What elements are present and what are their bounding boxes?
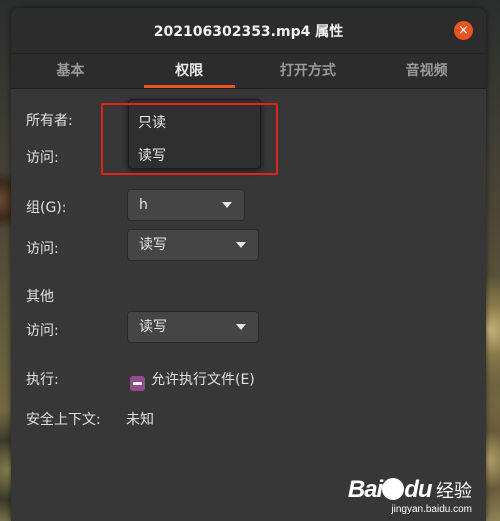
security-context-value: 未知 xyxy=(126,412,154,428)
tab-open-with[interactable]: 打开方式 xyxy=(249,54,368,88)
baidu-logo: Bai du xyxy=(347,476,433,503)
owner-label: 所有者: xyxy=(26,113,73,129)
close-icon: × xyxy=(458,23,469,38)
group-value: h xyxy=(139,197,148,213)
titlebar: 202106302353.mp4 属性 × xyxy=(11,8,486,54)
chevron-down-icon xyxy=(222,202,232,208)
baidu-jingyan-watermark: Bai du 经验 jingyan.baidu.com xyxy=(348,476,472,515)
others-heading: 其他 xyxy=(26,289,54,305)
group-access-dropdown[interactable]: 读写 xyxy=(127,229,259,261)
tab-bar: 基本 权限 打开方式 音视频 xyxy=(11,54,486,89)
others-access-dropdown[interactable]: 读写 xyxy=(127,311,259,343)
chevron-down-icon xyxy=(236,324,246,330)
group-access-value: 读写 xyxy=(139,237,167,253)
execute-checkbox-label[interactable]: 允许执行文件(E) xyxy=(151,369,255,389)
others-access-label: 访问: xyxy=(26,323,59,339)
execute-checkbox[interactable] xyxy=(130,376,145,391)
group-access-label: 访问: xyxy=(26,241,59,257)
execute-label: 执行: xyxy=(26,372,59,388)
tab-permissions[interactable]: 权限 xyxy=(130,54,249,88)
annotation-highlight-box xyxy=(101,103,278,175)
chevron-down-icon xyxy=(236,242,246,248)
watermark-url: jingyan.baidu.com xyxy=(391,504,472,515)
tab-basic[interactable]: 基本 xyxy=(11,54,130,88)
close-button[interactable]: × xyxy=(454,21,473,40)
permissions-panel: 所有者: 访问: 只读 读写 组(G): h 访问: 读写 其他 访问: 读写 … xyxy=(11,88,486,521)
paw-icon xyxy=(382,478,405,500)
security-context-label: 安全上下文: xyxy=(26,412,101,428)
group-dropdown[interactable]: h xyxy=(127,189,245,221)
properties-dialog: 202106302353.mp4 属性 × 基本 权限 打开方式 音视频 所有者… xyxy=(11,8,486,521)
owner-access-label: 访问: xyxy=(26,150,59,166)
window-title: 202106302353.mp4 属性 xyxy=(153,23,344,40)
tab-audio-video[interactable]: 音视频 xyxy=(367,54,486,88)
group-label: 组(G): xyxy=(26,200,67,216)
others-access-value: 读写 xyxy=(139,319,167,335)
watermark-service: 经验 xyxy=(436,481,472,501)
